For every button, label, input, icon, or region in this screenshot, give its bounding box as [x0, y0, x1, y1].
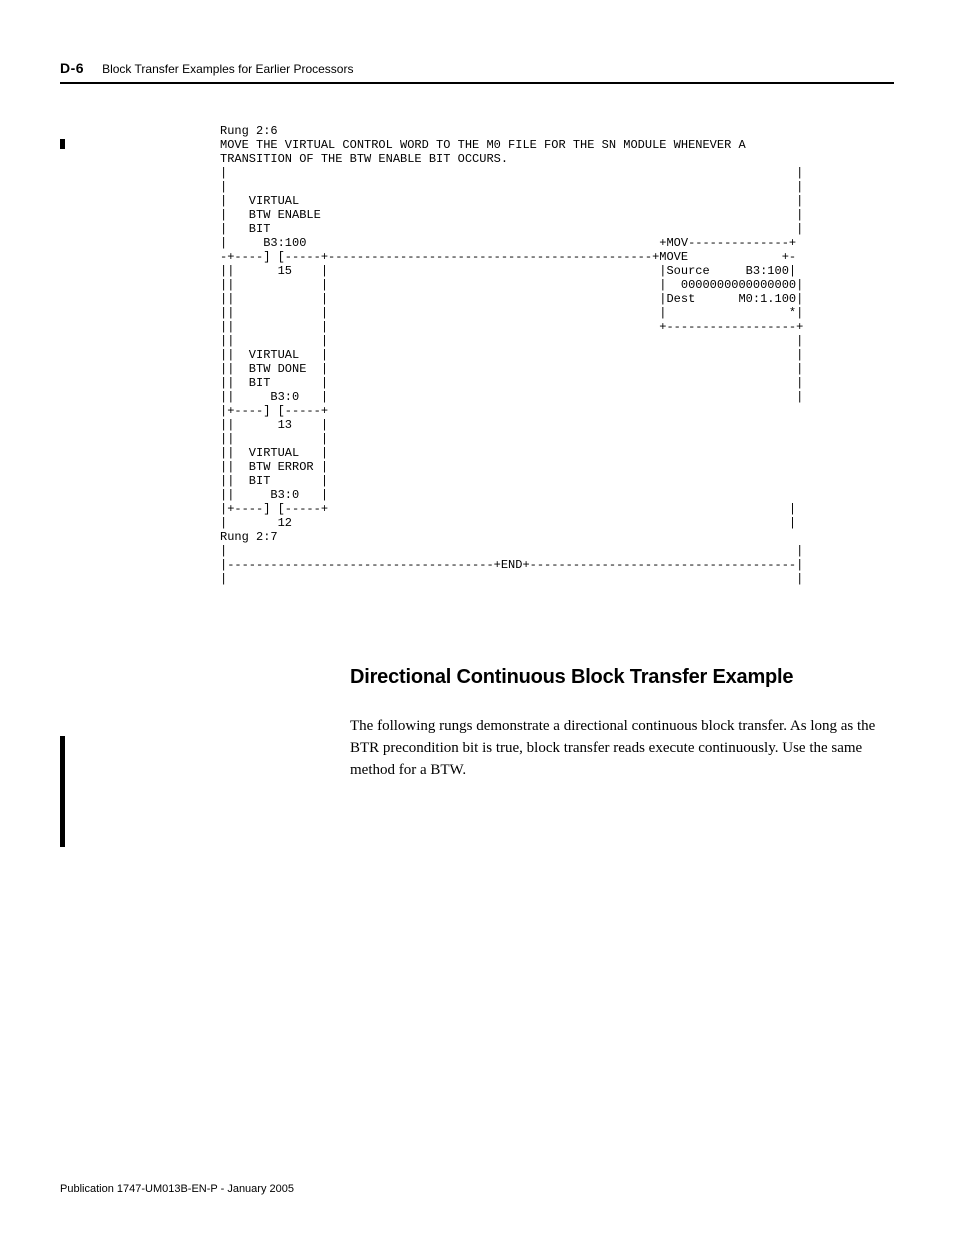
page-number: D-6 [60, 60, 84, 76]
publication-footer: Publication 1747-UM013B-EN-P - January 2… [60, 1183, 294, 1195]
chapter-title: Block Transfer Examples for Earlier Proc… [102, 62, 353, 76]
section-body: The following rungs demonstrate a direct… [350, 715, 880, 781]
ladder-diagram: Rung 2:6 MOVE THE VIRTUAL CONTROL WORD T… [220, 124, 894, 586]
page: D-6 Block Transfer Examples for Earlier … [0, 0, 954, 1235]
change-bar [60, 736, 65, 847]
page-header: D-6 Block Transfer Examples for Earlier … [60, 60, 894, 84]
change-bar [60, 139, 65, 149]
section-heading: Directional Continuous Block Transfer Ex… [350, 666, 894, 689]
